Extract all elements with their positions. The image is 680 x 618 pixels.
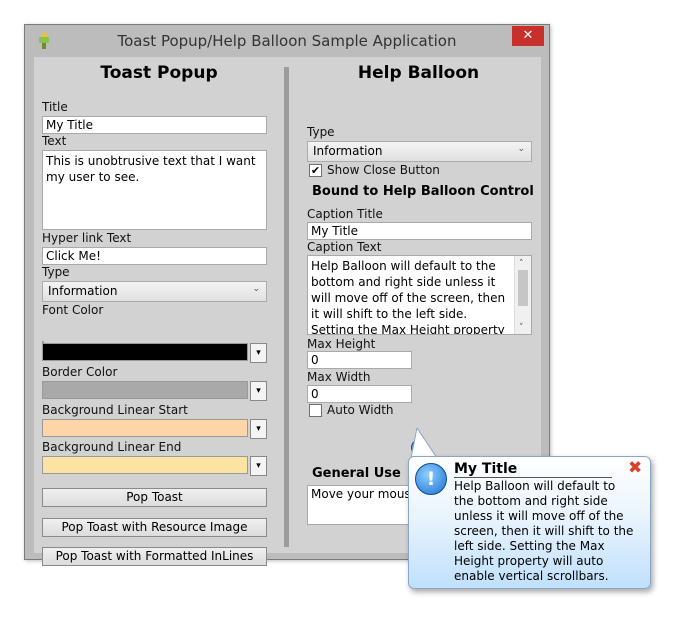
chevron-down-icon: ⌄ [252, 284, 260, 294]
caption-text-value: Help Balloon will default to the bottom … [311, 259, 506, 335]
panel-divider [284, 67, 289, 547]
window-close-button[interactable]: ✕ [512, 26, 544, 46]
balloon-pointer [411, 428, 438, 458]
bg-start-label: Background Linear Start [42, 403, 188, 417]
bg-start-dropdown[interactable]: ▾ [250, 419, 267, 439]
auto-width-checkbox[interactable] [309, 404, 322, 417]
toast-text-label: Text [42, 134, 67, 148]
bg-start-swatch[interactable] [42, 419, 248, 437]
pop-toast-button[interactable]: Pop Toast [42, 488, 267, 507]
max-height-input[interactable]: 0 [307, 351, 412, 369]
caption-title-label: Caption Title [307, 207, 383, 221]
show-close-checkbox[interactable]: ✔ [309, 164, 322, 177]
max-height-label: Max Height [307, 337, 376, 351]
bound-heading: Bound to Help Balloon Control [312, 184, 534, 199]
bg-end-swatch[interactable] [42, 456, 248, 474]
title-bar[interactable]: Toast Popup/Help Balloon Sample Applicat… [25, 25, 549, 57]
toast-title-label: Title [42, 100, 68, 114]
balloon-info-icon: ! [415, 463, 447, 495]
font-color-dropdown[interactable]: ▾ [250, 343, 267, 363]
help-type-select[interactable]: Information ⌄ [307, 141, 532, 162]
font-color-label: Font Color [42, 303, 104, 317]
scroll-thumb[interactable] [518, 270, 528, 306]
general-use-heading: General Use [312, 466, 401, 481]
auto-width-label: Auto Width [327, 403, 394, 417]
font-color-swatch[interactable] [42, 343, 248, 361]
app-icon [39, 33, 49, 49]
help-type-label: Type [307, 125, 335, 139]
caption-text-label: Caption Text [307, 240, 382, 254]
bg-end-label: Background Linear End [42, 440, 182, 454]
toast-heading: Toast Popup [100, 63, 218, 83]
max-width-input[interactable]: 0 [307, 385, 412, 403]
border-color-label: Border Color [42, 365, 118, 379]
caption-text-input[interactable]: Help Balloon will default to the bottom … [307, 255, 532, 335]
toast-text-input[interactable]: This is unobtrusive text that I want my … [42, 150, 267, 230]
balloon-title-rule [454, 477, 612, 478]
max-width-label: Max Width [307, 370, 371, 384]
chevron-down-icon: ⌄ [517, 144, 525, 154]
caption-scrollbar[interactable]: ˄ ˅ [514, 256, 531, 334]
help-balloon: ! My Title ✖ Help Balloon will default t… [408, 456, 651, 589]
bg-end-dropdown[interactable]: ▾ [250, 456, 267, 476]
toast-type-select[interactable]: Information ⌄ [42, 281, 267, 302]
balloon-title: My Title [454, 461, 518, 477]
toast-type-label: Type [42, 265, 70, 279]
help-heading: Help Balloon [357, 63, 480, 83]
toast-type-value: Information [48, 284, 118, 298]
balloon-text: Help Balloon will default to the bottom … [454, 479, 634, 583]
toast-title-input[interactable]: My Title [42, 116, 267, 134]
pop-toast-inlines-button[interactable]: Pop Toast with Formatted InLines [42, 547, 267, 566]
window-title: Toast Popup/Help Balloon Sample Applicat… [117, 32, 457, 50]
help-type-value: Information [313, 144, 383, 158]
border-color-dropdown[interactable]: ▾ [250, 381, 267, 401]
border-color-swatch[interactable] [42, 381, 248, 399]
show-close-label: Show Close Button [327, 163, 440, 177]
caption-title-input[interactable]: My Title [307, 222, 532, 240]
hyperlink-label: Hyper link Text [42, 231, 132, 245]
pop-toast-image-button[interactable]: Pop Toast with Resource Image [42, 518, 267, 537]
scroll-down-icon[interactable]: ˅ [519, 320, 524, 334]
hyperlink-input[interactable]: Click Me! [42, 247, 267, 265]
balloon-close-icon[interactable]: ✖ [628, 458, 642, 478]
